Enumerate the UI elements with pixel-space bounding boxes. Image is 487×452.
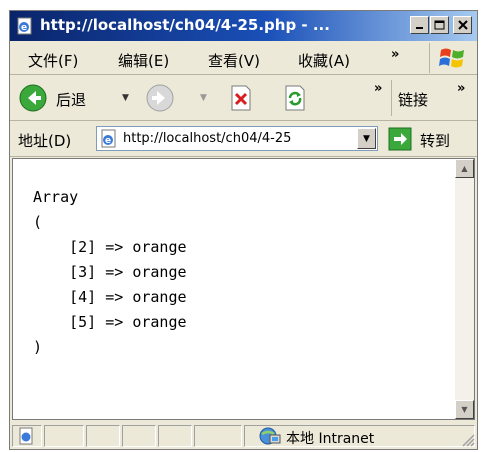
back-dropdown-arrow[interactable]: ▼ [122, 93, 129, 103]
links-label[interactable]: 链接 [398, 89, 428, 110]
status-page-icon-cell [12, 425, 42, 447]
status-cell [158, 425, 192, 447]
status-cell [122, 425, 156, 447]
back-label[interactable]: 后退 [56, 89, 86, 110]
scroll-up-button[interactable]: ▲ [455, 159, 474, 178]
status-cell [44, 425, 84, 447]
links-overflow-chevron[interactable]: » [457, 81, 466, 96]
svg-text:e: e [105, 136, 111, 146]
output-line: [4] => orange [33, 288, 187, 306]
output-line: [5] => orange [33, 313, 187, 331]
window-title: http://localhost/ch04/4-25.php - ... [40, 16, 330, 34]
chevron-down-icon: ▼ [363, 133, 370, 144]
minimize-button[interactable] [410, 16, 429, 34]
refresh-button[interactable] [282, 84, 308, 116]
page-content: Array ( [2] => orange [3] => orange [4] =… [12, 158, 475, 420]
address-label: 地址(D) [18, 132, 72, 150]
menu-file[interactable]: 文件(F) [28, 50, 78, 71]
maximize-icon [434, 20, 445, 30]
minimize-icon [415, 27, 423, 29]
intranet-zone-icon [259, 427, 281, 445]
title-bar[interactable]: e http://localhost/ch04/4-25.php - ... [10, 11, 477, 41]
toolbar: 后退 ▼ ▼ » 链接 » [10, 75, 477, 121]
back-button[interactable] [18, 83, 50, 117]
forward-dropdown-arrow[interactable]: ▼ [200, 93, 207, 103]
toolbar-separator [391, 80, 392, 116]
status-cell [86, 425, 120, 447]
toolbar-overflow-chevron[interactable]: » [374, 81, 383, 96]
maximize-button[interactable] [430, 16, 449, 34]
address-bar: 地址(D) e http://localhost/ch04/4-25 ▼ 转到 [10, 121, 477, 157]
menu-edit[interactable]: 编辑(E) [118, 50, 169, 71]
address-dropdown-button[interactable]: ▼ [357, 128, 376, 149]
menu-view[interactable]: 查看(V) [208, 50, 260, 71]
status-cell [194, 425, 242, 447]
go-label[interactable]: 转到 [420, 130, 450, 151]
output-line: ( [33, 213, 43, 231]
go-icon [388, 127, 412, 151]
status-bar: 本地 Intranet [10, 422, 477, 449]
stop-button[interactable] [228, 84, 254, 116]
ie-page-icon: e [101, 129, 116, 148]
forward-button[interactable] [145, 83, 177, 117]
output-line: ) [33, 338, 43, 356]
windows-logo [429, 43, 473, 73]
menu-overflow-chevron[interactable]: » [391, 47, 400, 62]
chevron-up-icon: ▲ [461, 164, 468, 173]
close-icon [457, 20, 468, 30]
output-line: [2] => orange [33, 238, 187, 256]
ie-page-icon [19, 427, 33, 445]
resize-grip-icon[interactable] [461, 433, 475, 447]
windows-logo-icon [439, 48, 464, 68]
browser-window: e http://localhost/ch04/4-25.php - ... 文… [9, 10, 478, 450]
menu-bar: 文件(F) 编辑(E) 查看(V) 收藏(A) » [10, 41, 477, 75]
chevron-down-icon: ▼ [461, 405, 468, 414]
status-zone-text: 本地 Intranet [286, 431, 375, 447]
output-line: Array [33, 188, 79, 206]
scroll-down-button[interactable]: ▼ [455, 400, 474, 419]
ie-page-icon: e [17, 17, 32, 35]
close-button[interactable] [453, 16, 472, 34]
go-button[interactable] [388, 127, 412, 151]
forward-icon [146, 84, 174, 112]
address-url[interactable]: http://localhost/ch04/4-25 [123, 131, 351, 146]
output-line: [3] => orange [33, 263, 187, 281]
svg-text:e: e [21, 23, 27, 33]
address-input[interactable]: e http://localhost/ch04/4-25 ▼ [96, 126, 378, 151]
back-icon [19, 84, 47, 112]
menu-favorites[interactable]: 收藏(A) [298, 50, 350, 71]
vertical-scrollbar[interactable]: ▲ ▼ [455, 159, 474, 419]
page-output: Array ( [2] => orange [3] => orange [4] =… [33, 185, 187, 360]
refresh-icon [285, 85, 305, 111]
stop-icon [231, 85, 251, 111]
